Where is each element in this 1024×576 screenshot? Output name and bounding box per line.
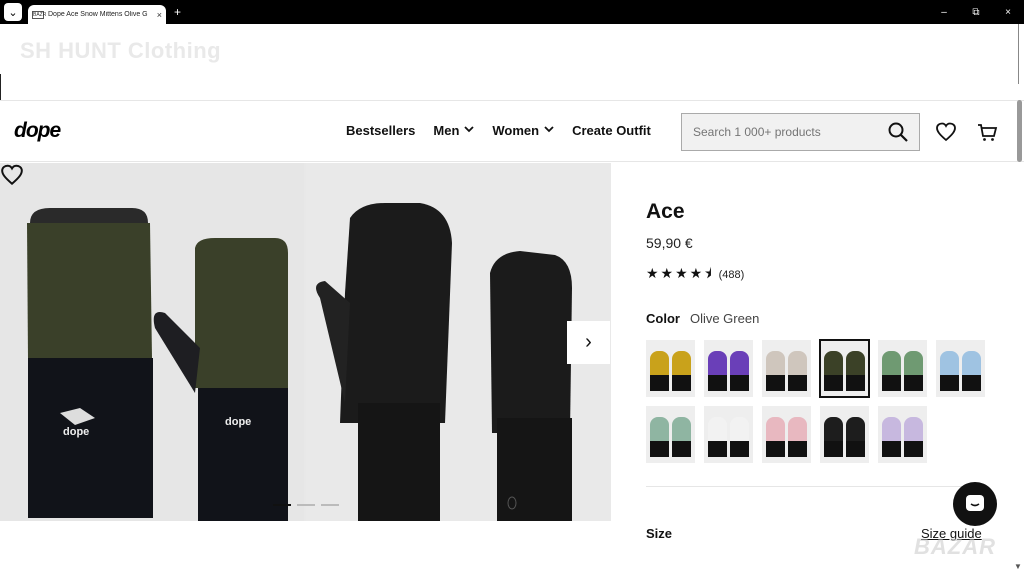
browser-window: { "browser": { "tab_title": "Dope Ace Sn… (0, 0, 1024, 576)
search-input[interactable] (682, 125, 887, 139)
svg-text:dope: dope (225, 416, 251, 428)
review-count: (488) (718, 269, 745, 281)
new-tab-button[interactable]: + (174, 5, 181, 19)
chevron-down-icon (464, 125, 475, 136)
heart-icon[interactable] (935, 121, 957, 143)
color-swatch[interactable] (878, 406, 927, 463)
mittens-photo: dope dope (27, 203, 572, 521)
favorite-heart-icon[interactable] (0, 163, 24, 187)
chat-icon (966, 495, 984, 511)
scrollbar-track (1018, 24, 1019, 84)
search-icon[interactable] (887, 121, 909, 143)
color-swatch[interactable] (762, 406, 811, 463)
maximize-button[interactable]: ⧉ (960, 7, 992, 18)
logo[interactable]: dope (14, 119, 61, 143)
tab-title: Dope Ace Snow Mittens Olive G (48, 11, 148, 18)
color-swatch[interactable] (878, 340, 927, 397)
top-banner: SH HUNT Clothing (0, 24, 1024, 100)
nav-bestsellers[interactable]: Bestsellers (346, 123, 415, 138)
nav-men[interactable]: Men (433, 123, 475, 138)
color-swatch[interactable] (704, 406, 753, 463)
color-swatch[interactable] (704, 340, 753, 397)
nav-label: Bestsellers (346, 123, 416, 138)
color-selector-label: Color Olive Green (646, 311, 986, 326)
store-name: SH HUNT Clothing (20, 38, 222, 63)
browser-tab[interactable]: BAZR Dope Ace Snow Mittens Olive G × (28, 5, 166, 24)
color-swatch[interactable] (819, 339, 870, 398)
tab-close-button[interactable]: × (157, 10, 162, 20)
cart-icon[interactable] (976, 121, 998, 143)
tab-menu-button[interactable]: ⌄ (4, 3, 22, 21)
color-value: Olive Green (689, 311, 760, 326)
pagination-dot[interactable] (297, 504, 315, 506)
pagination-dot[interactable] (273, 504, 291, 506)
gallery-pagination (273, 504, 345, 506)
search-box (681, 113, 920, 151)
nav-label: Women (492, 123, 540, 138)
svg-text:dope: dope (63, 426, 89, 438)
next-image-button[interactable]: › (567, 321, 610, 364)
site-header: dope Bestsellers Men Women Create Outfit (0, 100, 1024, 162)
nav-label: Men (433, 123, 460, 138)
rating[interactable]: ★★★★⯨ (488) (646, 263, 986, 287)
color-swatch[interactable] (936, 340, 985, 397)
nav-women[interactable]: Women (492, 123, 554, 138)
scrollbar-thumb[interactable] (1017, 100, 1022, 162)
color-swatch[interactable] (820, 406, 869, 463)
chevron-down-icon (544, 125, 554, 136)
product-price: 59,90 € (646, 235, 693, 251)
chat-button[interactable] (953, 482, 997, 526)
main-nav: Bestsellers Men Women Create Outfit (346, 123, 669, 138)
color-swatch[interactable] (646, 340, 695, 397)
product-info: Ace 59,90 € ★★★★⯨ (488) Color Olive Gree… (646, 200, 986, 326)
divider (0, 74, 1, 100)
browser-tab-bar: ⌄ BAZR Dope Ace Snow Mittens Olive G × +… (0, 0, 1024, 24)
window-controls: – ⧉ × (928, 0, 1024, 24)
color-label: Color (646, 311, 680, 326)
nav-create-outfit[interactable]: Create Outfit (572, 123, 651, 138)
pagination-dot[interactable] (321, 504, 339, 506)
chevron-right-icon: › (585, 331, 592, 353)
watermark-logo: BAZAR (914, 534, 996, 559)
nav-label: Create Outfit (572, 123, 651, 138)
divider (646, 486, 986, 487)
favicon-icon: BAZR (32, 10, 47, 19)
color-swatch[interactable] (762, 340, 811, 397)
product-gallery[interactable]: dope dope › (0, 163, 611, 521)
minimize-button[interactable]: – (928, 7, 960, 18)
color-swatch[interactable] (646, 406, 695, 463)
product-name: Ace (646, 200, 685, 223)
close-window-button[interactable]: × (992, 7, 1024, 18)
scroll-down-arrow-icon[interactable]: ▼ (1014, 562, 1022, 571)
size-label: Size (646, 526, 673, 541)
star-rating-icon: ★★★★⯨ (646, 265, 714, 281)
